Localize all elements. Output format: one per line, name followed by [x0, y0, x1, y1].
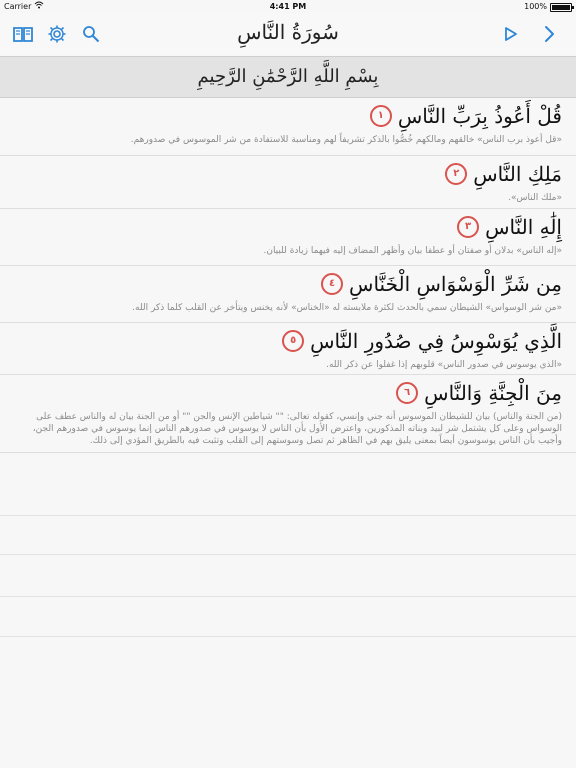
ayah-text: مِن شَرِّ الْوَسْوَاسِ الْخَنَّاسِ — [349, 272, 562, 296]
ayah-text: إِلَٰهِ النَّاسِ — [485, 215, 562, 239]
ayah-header: مَلِكِ النَّاسِ ٢ — [14, 162, 562, 186]
tafsir-text: «إله الناس» بدلان أو صفتان أو عطفا بيان … — [263, 246, 562, 256]
toolbar: سُورَةُ النَّاسِ — [0, 14, 576, 54]
ayah-row[interactable]: إِلَٰهِ النَّاسِ ٣ «إله الناس» بدلان أو … — [0, 209, 576, 266]
ayah-row[interactable]: الَّذِي يُوَسْوِسُ فِي صُدُورِ النَّاسِ … — [0, 323, 576, 375]
status-bar: Carrier 4:41 PM 100% — [0, 0, 576, 14]
battery-icon — [550, 2, 574, 12]
ayah-header: الَّذِي يُوَسْوِسُ فِي صُدُورِ النَّاسِ … — [14, 329, 562, 353]
ayah-header: مِن شَرِّ الْوَسْوَاسِ الْخَنَّاسِ ٤ — [14, 272, 562, 296]
battery-percent: 100% — [524, 2, 547, 11]
divider — [0, 515, 576, 516]
toolbar-right — [500, 23, 560, 45]
ayah-number-badge: ٣ — [457, 216, 480, 238]
ayah-header: قُلْ أَعُوذُ بِرَبِّ النَّاسِ ١ — [14, 104, 562, 128]
ayah-row[interactable]: مِن شَرِّ الْوَسْوَاسِ الْخَنَّاسِ ٤ «من… — [0, 266, 576, 323]
ayah-header: إِلَٰهِ النَّاسِ ٣ — [14, 215, 562, 239]
ayah-number-badge: ٢ — [445, 163, 468, 185]
tafsir-text: «الذي يوسوس في صدور الناس» قلوبهم إذا غف… — [326, 360, 562, 370]
tafsir-text: «قل أعوذ برب الناس» خالقهم ومالكهم خُصُّ… — [130, 135, 562, 145]
tafsir-text: (من الجنة والناس) بيان للشيطان الموسوس أ… — [32, 412, 562, 446]
ayah-number-badge: ٤ — [321, 273, 344, 295]
ayah-list: قُلْ أَعُوذُ بِرَبِّ النَّاسِ ١ «قل أعوذ… — [0, 98, 576, 768]
ayah-row[interactable]: مَلِكِ النَّاسِ ٢ «ملك الناس». — [0, 156, 576, 209]
ayah-row[interactable]: مِنَ الْجِنَّةِ وَالنَّاسِ ٦ (من الجنة و… — [0, 375, 576, 453]
divider — [0, 596, 576, 597]
surah-title: سُورَةُ النَّاسِ — [237, 20, 339, 44]
ayah-text: مَلِكِ النَّاسِ — [473, 162, 562, 186]
ayah-number-badge: ٦ — [396, 382, 419, 404]
ayah-row[interactable]: قُلْ أَعُوذُ بِرَبِّ النَّاسِ ١ «قل أعوذ… — [0, 98, 576, 156]
chevron-right-icon[interactable] — [538, 23, 560, 45]
ayah-header: مِنَ الْجِنَّةِ وَالنَّاسِ ٦ — [14, 381, 562, 405]
status-right: 100% — [524, 0, 574, 14]
ayah-number-badge: ١ — [369, 105, 392, 127]
play-icon[interactable] — [500, 23, 522, 45]
ayah-text: الَّذِي يُوَسْوِسُ فِي صُدُورِ النَّاسِ — [310, 329, 562, 353]
tafsir-text: «ملك الناس». — [508, 193, 562, 203]
status-time: 4:41 PM — [269, 2, 307, 11]
divider — [0, 636, 576, 637]
bismillah-banner: بِسْمِ اللَّهِ الرَّحْمَٰنِ الرَّحِيمِ — [0, 56, 576, 98]
ayah-number-badge: ٥ — [282, 330, 305, 352]
ayah-text: قُلْ أَعُوذُ بِرَبِّ النَّاسِ — [397, 104, 562, 128]
ayah-text: مِنَ الْجِنَّةِ وَالنَّاسِ — [424, 381, 562, 405]
divider — [0, 554, 576, 555]
tafsir-text: «من شر الوسواس» الشيطان سمي بالحدث لكثرة… — [132, 303, 562, 313]
